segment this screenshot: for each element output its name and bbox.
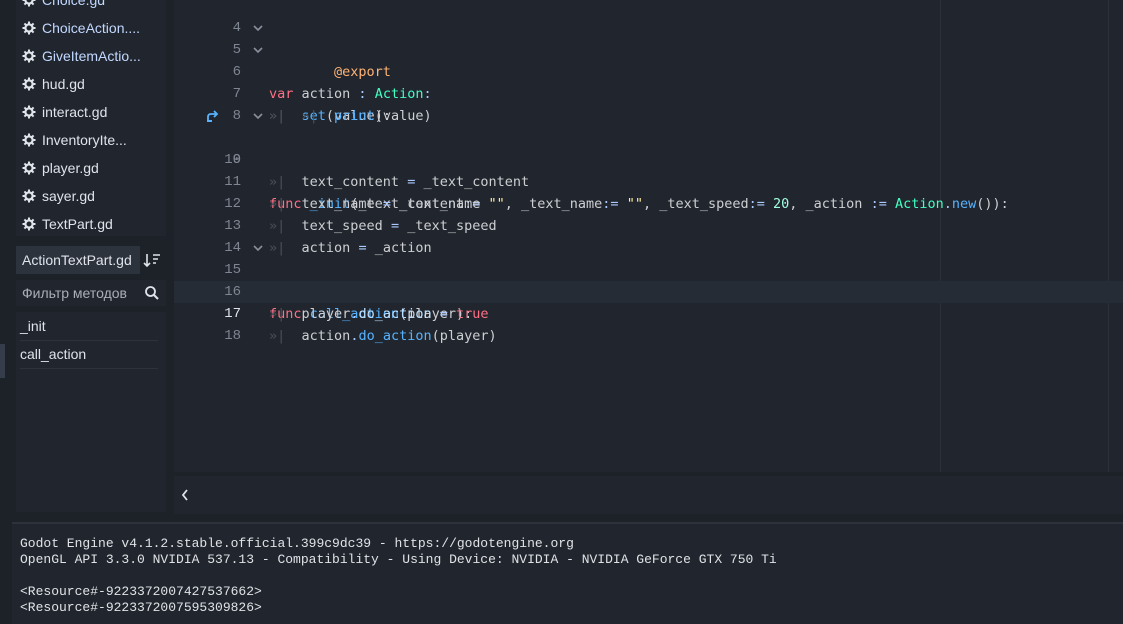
gear-icon — [22, 217, 36, 231]
method-item-call-action[interactable]: call_action — [20, 340, 158, 369]
code-line[interactable]: 14 — [174, 215, 1123, 256]
code-line[interactable]: 5 var action : Action: — [174, 17, 1123, 102]
script-item-label: TextPart.gd — [42, 216, 113, 232]
chevron-down-icon[interactable] — [252, 44, 264, 56]
current-script-name: ActionTextPart.gd — [16, 246, 140, 274]
search-icon[interactable] — [144, 285, 160, 301]
dock-resize-handle[interactable] — [0, 344, 5, 378]
script-item-label: hud.gd — [42, 76, 85, 92]
output-line: <Resource#-9223372007595309826> — [20, 600, 262, 615]
script-item-label: GiveItemActio... — [42, 48, 141, 64]
chevron-left-icon[interactable] — [180, 488, 190, 502]
gear-icon — [22, 133, 36, 147]
gear-icon — [22, 161, 36, 175]
script-item[interactable]: InventoryIte... — [16, 126, 156, 154]
script-item[interactable]: ChoiceAction.... — [16, 14, 156, 42]
code-line[interactable]: 17 »| action.do_action(player) — [174, 281, 1123, 344]
sort-icon[interactable] — [142, 250, 162, 270]
method-filter-box — [16, 280, 166, 306]
script-item-label: ChoiceAction.... — [42, 20, 141, 36]
script-item[interactable]: GiveItemActio... — [16, 42, 156, 70]
script-item-label: InventoryIte... — [42, 132, 127, 148]
code-line[interactable]: 12 »| text_speed = _text_speed — [174, 171, 1123, 234]
script-item[interactable]: TextPart.gd — [16, 210, 156, 236]
gear-icon — [22, 21, 36, 35]
left-dock-edge — [0, 0, 8, 516]
chevron-down-icon[interactable] — [252, 242, 264, 254]
editor-status-bar — [174, 476, 1123, 514]
tab-indicator-icon: »| — [269, 328, 286, 344]
method-item-init[interactable]: _init — [20, 312, 158, 341]
chevron-down-icon[interactable] — [252, 110, 264, 122]
script-list: Choice.gd ChoiceAction.... GiveItemActio..… — [16, 0, 166, 236]
code-editor[interactable]: 4 @export 5 var action : Action: 6 »| se… — [174, 0, 1123, 472]
output-panel[interactable]: Godot Engine v4.1.2.stable.official.399c… — [12, 522, 1123, 624]
script-item-label: interact.gd — [42, 104, 108, 120]
code-line[interactable]: 4 @export — [174, 0, 1123, 80]
code-line[interactable]: 11 »| text_name = _text_name — [174, 149, 1123, 212]
script-item[interactable]: hud.gd — [16, 70, 156, 98]
script-item-label: sayer.gd — [42, 188, 95, 204]
output-line: <Resource#-9223372007427537662> — [20, 584, 262, 599]
chevron-down-icon[interactable] — [252, 22, 264, 34]
code-line[interactable]: 13 »| action = _action — [174, 193, 1123, 256]
godot-editor: Choice.gd ChoiceAction.... GiveItemActio..… — [0, 0, 1123, 624]
script-item-label: player.gd — [42, 160, 99, 176]
gear-icon — [22, 77, 36, 91]
code-line[interactable]: 9 func _init(_text_content:= "", _text_n… — [174, 105, 1123, 212]
method-filter-input[interactable] — [16, 280, 144, 306]
script-item[interactable]: sayer.gd — [16, 182, 156, 210]
code-line[interactable]: 7 »| »| print(value) — [174, 61, 1123, 124]
code-token: action — [301, 328, 351, 344]
script-item[interactable]: player.gd — [16, 154, 156, 182]
code-line[interactable]: 6 »| set(value): — [174, 39, 1123, 124]
script-item[interactable]: interact.gd — [16, 98, 156, 126]
code-token: (player) — [431, 328, 497, 344]
code-line[interactable]: 10 »| text_content = _text_content — [174, 127, 1123, 190]
output-line: Godot Engine v4.1.2.stable.official.399c… — [20, 536, 574, 551]
script-item-label: Choice.gd — [42, 0, 106, 8]
code-line[interactable]: 8 — [174, 83, 1123, 124]
script-item[interactable]: Choice.gd — [16, 0, 156, 14]
function-token: do_action — [358, 328, 432, 344]
code-line[interactable]: 16 »| player.do_action = true — [174, 259, 1123, 322]
line-number: 18 — [224, 328, 241, 344]
code-line[interactable]: 18 — [174, 303, 1123, 344]
override-arrow-icon[interactable] — [206, 109, 220, 123]
output-line: OpenGL API 3.3.0 NVIDIA 537.13 - Compati… — [20, 552, 777, 567]
gear-icon — [22, 0, 36, 7]
gear-icon — [22, 49, 36, 63]
code-line[interactable]: 15 func call_action(player): — [174, 237, 1123, 322]
method-list: _init call_action — [16, 312, 166, 512]
gear-icon — [22, 189, 36, 203]
gear-icon — [22, 105, 36, 119]
